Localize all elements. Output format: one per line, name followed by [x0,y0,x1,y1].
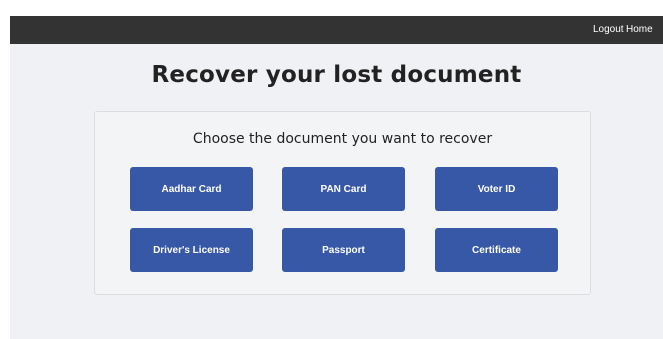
passport-button[interactable]: Passport [282,228,405,272]
logout-link[interactable]: Logout [593,16,624,44]
page-background: Logout Home Recover your lost document C… [10,16,663,339]
certificate-button[interactable]: Certificate [435,228,558,272]
document-selection-card: Choose the document you want to recover … [94,111,591,295]
aadhar-card-button[interactable]: Aadhar Card [130,167,253,211]
page-title: Recover your lost document [151,62,522,88]
home-link[interactable]: Home [626,16,653,44]
voter-id-button[interactable]: Voter ID [435,167,558,211]
top-navbar: Logout Home [10,16,663,44]
drivers-license-button[interactable]: Driver's License [130,228,253,272]
card-subtitle: Choose the document you want to recover [192,131,493,147]
pan-card-button[interactable]: PAN Card [282,167,405,211]
